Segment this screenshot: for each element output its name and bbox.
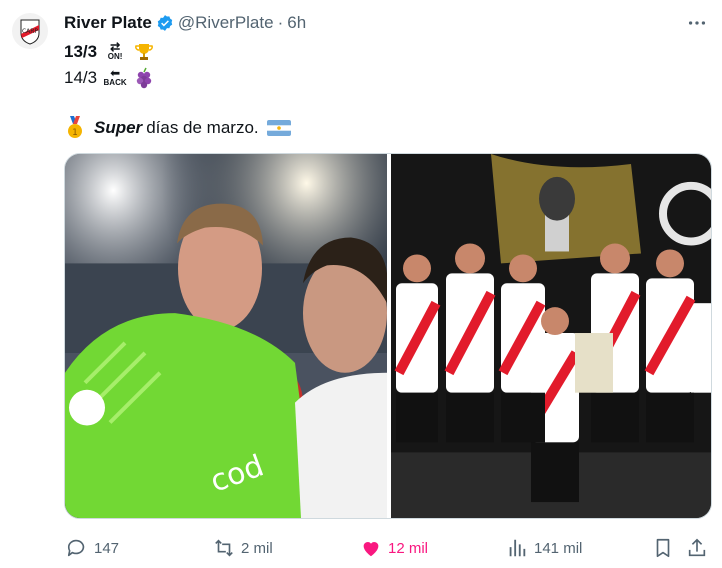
retweet-icon: [215, 539, 233, 557]
share-button[interactable]: [686, 537, 714, 559]
svg-text:1: 1: [72, 128, 78, 138]
tweet-text-rest: días de marzo.: [146, 118, 259, 137]
date-13-3: 13/3: [64, 42, 98, 61]
views-icon: [509, 539, 526, 557]
team-celebration-photo[interactable]: [391, 154, 712, 518]
text-line-1: 13/3 ⇄ ON!: [64, 40, 155, 64]
grapes-icon: [136, 67, 152, 89]
separator-dot: ·: [277, 13, 284, 32]
media-grid[interactable]: cod: [64, 153, 712, 519]
like-count: 12 mil: [388, 539, 429, 557]
left-arrow-icon: ⬅: [110, 66, 121, 80]
retweet-button[interactable]: 2 mil: [213, 537, 273, 559]
text-line-2: 14/3 ⬅ BACK: [64, 66, 155, 90]
trophy-icon: [135, 44, 154, 60]
date-14-3: 14/3: [64, 68, 98, 87]
reply-count: 147: [94, 539, 120, 557]
medal-icon: 1: [68, 116, 82, 138]
avatar[interactable]: CARP: [12, 13, 48, 49]
super-word: Super: [94, 118, 143, 137]
account-name[interactable]: River Plate: [64, 13, 152, 33]
action-bar: 147 2 mil 12 mil 141 mil: [64, 534, 712, 562]
like-button[interactable]: 12 mil: [360, 537, 428, 559]
double-arrow-icon: ⇄: [110, 40, 121, 54]
post-time[interactable]: 6h: [287, 13, 306, 33]
bookmark-icon: [656, 538, 670, 558]
text-line-3: 1 Super días de marzo.: [64, 116, 291, 140]
reply-icon: [67, 539, 85, 557]
back-arrow-emoji: ⬅ BACK: [103, 66, 127, 87]
verified-icon: [157, 15, 173, 31]
on-arrow-emoji: ⇄ ON!: [107, 40, 123, 61]
views-button[interactable]: 141 mil: [506, 537, 582, 559]
svg-text:CARP: CARP: [22, 28, 38, 35]
tweet-header: River Plate @RiverPlate · 6h: [64, 12, 306, 34]
goalkeeper-photo[interactable]: cod: [65, 154, 387, 518]
more-icon[interactable]: [686, 12, 708, 34]
share-icon: [688, 538, 706, 557]
argentina-flag-icon: [266, 120, 291, 136]
account-handle[interactable]: @RiverPlate: [178, 13, 274, 33]
like-icon: [363, 542, 379, 557]
retweet-count: 2 mil: [241, 539, 273, 557]
reply-button[interactable]: 147: [66, 537, 119, 559]
views-count: 141 mil: [534, 539, 583, 557]
bookmark-button[interactable]: [652, 537, 680, 559]
